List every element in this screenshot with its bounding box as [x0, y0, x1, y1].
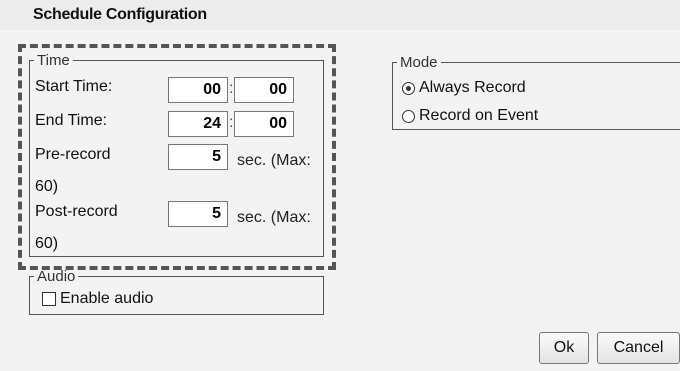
post-record-input[interactable] [168, 201, 228, 227]
record-on-event-radio[interactable] [402, 109, 415, 123]
end-time-separator: : [229, 114, 234, 131]
always-record-label: Always Record [419, 79, 526, 96]
start-hour-input[interactable] [168, 77, 228, 103]
mode-option-always-record[interactable]: Always Record [402, 79, 526, 97]
end-minute-input[interactable] [234, 111, 294, 137]
pre-record-input[interactable] [168, 144, 228, 170]
end-hour-input[interactable] [168, 111, 228, 137]
always-record-radio[interactable] [402, 81, 415, 95]
enable-audio-label: Enable audio [60, 290, 154, 307]
mode-legend: Mode [400, 54, 438, 71]
pre-record-max: 60) [35, 178, 59, 195]
start-time-label: Start Time: [35, 78, 113, 95]
start-time-separator: : [229, 80, 234, 97]
audio-legend: Audio [37, 268, 76, 285]
post-record-unit: sec. (Max: [237, 209, 311, 226]
ok-button[interactable]: Ok [539, 332, 589, 364]
pre-record-unit: sec. (Max: [237, 152, 311, 169]
end-time-label: End Time: [35, 112, 108, 129]
mode-option-record-on-event[interactable]: Record on Event [402, 107, 538, 125]
enable-audio-checkbox[interactable] [42, 292, 56, 306]
dialog-title: Schedule Configuration [33, 6, 207, 23]
enable-audio-option[interactable]: Enable audio [42, 290, 153, 308]
record-on-event-label: Record on Event [419, 107, 539, 124]
cancel-button[interactable]: Cancel [597, 332, 680, 364]
time-legend: Time [37, 52, 70, 69]
pre-record-label: Pre-record [35, 146, 111, 163]
start-minute-input[interactable] [234, 77, 294, 103]
post-record-max: 60) [35, 235, 59, 252]
post-record-label: Post-record [35, 203, 118, 220]
